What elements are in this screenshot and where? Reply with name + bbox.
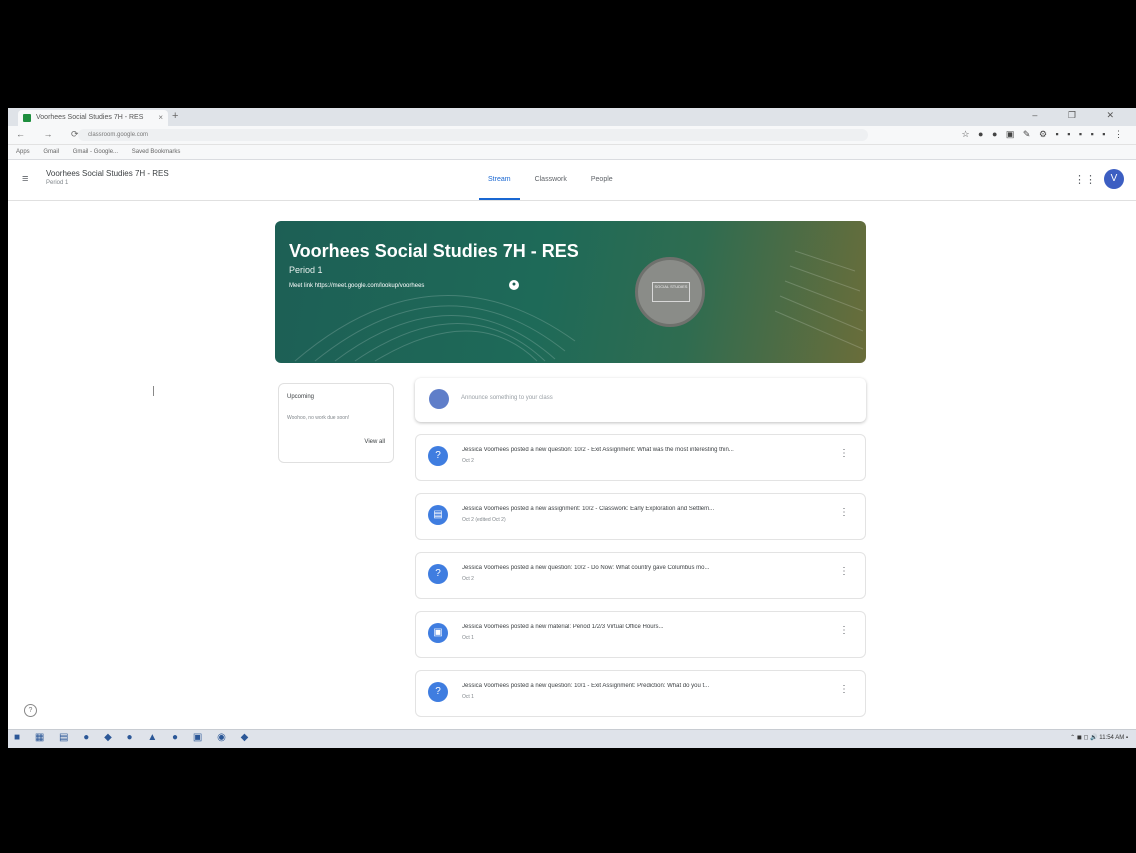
- classroom-favicon-icon: [23, 114, 31, 122]
- bookmark-item[interactable]: Saved Bookmarks: [132, 149, 181, 155]
- mouse-cursor-icon: [153, 386, 160, 396]
- google-apps-icon[interactable]: ⋮⋮: [1074, 173, 1096, 186]
- view-all-link[interactable]: View all: [364, 439, 385, 445]
- account-avatar[interactable]: V: [1104, 169, 1124, 189]
- banner-period: Period 1: [289, 265, 323, 275]
- more-options-icon[interactable]: ⋮: [839, 566, 849, 577]
- browser-tab[interactable]: Voorhees Social Studies 7H - RES ×: [18, 110, 168, 126]
- windows-taskbar: ■ ▦ ▤ ● ◆ ● ▲ ● ▣ ◉ ◆ ⌃ ◼ ◻ 🔊 11:54 AM ▪: [8, 729, 1136, 748]
- bookmark-item[interactable]: Apps: [16, 149, 30, 155]
- stream-post[interactable]: ? Jessica Voorhees posted a new question…: [415, 434, 866, 481]
- browser-toolbar: ← → ⟳ classroom.google.com ☆ ● ● ▣ ✎ ⚙ ▪…: [8, 126, 1136, 145]
- tab-classwork[interactable]: Classwork: [523, 160, 579, 200]
- new-tab-button[interactable]: +: [172, 110, 178, 122]
- social-studies-badge: SOCIAL STUDIES: [635, 257, 705, 327]
- post-date: Oct 2: [462, 458, 474, 464]
- bookmark-item[interactable]: Gmail - Google...: [73, 149, 118, 155]
- screen: Voorhees Social Studies 7H - RES × + – ❐…: [8, 108, 1136, 748]
- post-text: Jessica Voorhees posted a new assignment…: [462, 506, 715, 512]
- post-text: Jessica Voorhees posted a new question: …: [462, 565, 710, 571]
- taskbar-app-icons[interactable]: ■ ▦ ▤ ● ◆ ● ▲ ● ▣ ◉ ◆: [14, 732, 254, 743]
- system-tray[interactable]: ⌃ ◼ ◻ 🔊 11:54 AM ▪: [1070, 734, 1128, 741]
- user-avatar: [429, 389, 449, 409]
- browser-tabbar: Voorhees Social Studies 7H - RES × + – ❐…: [8, 108, 1136, 126]
- nav-buttons[interactable]: ← → ⟳: [16, 129, 87, 140]
- more-options-icon[interactable]: ⋮: [839, 625, 849, 636]
- upcoming-title: Upcoming: [287, 394, 315, 400]
- banner-title: Voorhees Social Studies 7H - RES: [289, 241, 579, 261]
- question-icon: ?: [428, 564, 448, 584]
- tab-stream[interactable]: Stream: [476, 160, 523, 200]
- stream-list: ? Jessica Voorhees posted a new question…: [415, 434, 866, 729]
- class-title[interactable]: Voorhees Social Studies 7H - RES: [46, 169, 169, 178]
- tab-title: Voorhees Social Studies 7H - RES: [36, 114, 144, 121]
- window-controls[interactable]: – ❐ ✕: [1032, 110, 1128, 121]
- address-bar[interactable]: classroom.google.com: [78, 129, 868, 141]
- assignment-icon: ▤: [428, 505, 448, 525]
- meet-settings-icon[interactable]: ●: [509, 280, 519, 290]
- post-text: Jessica Voorhees posted a new question: …: [462, 683, 710, 689]
- upcoming-card: Upcoming Woohoo, no work due soon! View …: [278, 383, 394, 463]
- question-icon: ?: [428, 682, 448, 702]
- class-banner: Voorhees Social Studies 7H - RES Period …: [275, 221, 866, 363]
- help-icon[interactable]: ?: [24, 704, 37, 717]
- classroom-header: ≡ Voorhees Social Studies 7H - RES Perio…: [8, 160, 1136, 201]
- badge-label: SOCIAL STUDIES: [652, 282, 690, 302]
- more-options-icon[interactable]: ⋮: [839, 684, 849, 695]
- hamburger-menu-icon[interactable]: ≡: [22, 173, 28, 185]
- tab-close-icon[interactable]: ×: [158, 110, 163, 126]
- bookmarks-bar: Apps Gmail Gmail - Google... Saved Bookm…: [8, 145, 1136, 160]
- extensions-bar[interactable]: ☆ ● ● ▣ ✎ ⚙ ▪ ▪ ▪ ▪ ▪ ⋮: [961, 129, 1126, 140]
- announce-placeholder: Announce something to your class: [461, 395, 553, 401]
- stream-post[interactable]: ▣ Jessica Voorhees posted a new material…: [415, 611, 866, 658]
- class-section: Period 1: [46, 180, 69, 186]
- post-date: Oct 1: [462, 694, 474, 700]
- stream-post[interactable]: ▤ Jessica Voorhees posted a new assignme…: [415, 493, 866, 540]
- bookmark-item[interactable]: Gmail: [43, 149, 59, 155]
- post-text: Jessica Voorhees posted a new question: …: [462, 447, 734, 453]
- more-options-icon[interactable]: ⋮: [839, 448, 849, 459]
- question-icon: ?: [428, 446, 448, 466]
- announce-box[interactable]: Announce something to your class: [415, 378, 866, 422]
- post-date: Oct 1: [462, 635, 474, 641]
- post-text: Jessica Voorhees posted a new material: …: [462, 624, 664, 630]
- more-options-icon[interactable]: ⋮: [839, 507, 849, 518]
- post-date: Oct 2: [462, 576, 474, 582]
- material-icon: ▣: [428, 623, 448, 643]
- stream-post[interactable]: ? Jessica Voorhees posted a new question…: [415, 670, 866, 717]
- post-date: Oct 2 (edited Oct 2): [462, 517, 506, 523]
- tab-people[interactable]: People: [579, 160, 625, 200]
- upcoming-empty-text: Woohoo, no work due soon!: [287, 415, 350, 421]
- stream-post[interactable]: ? Jessica Voorhees posted a new question…: [415, 552, 866, 599]
- class-tabs: Stream Classwork People: [476, 160, 625, 200]
- meet-link[interactable]: Meet link https://meet.google.com/lookup…: [289, 283, 424, 289]
